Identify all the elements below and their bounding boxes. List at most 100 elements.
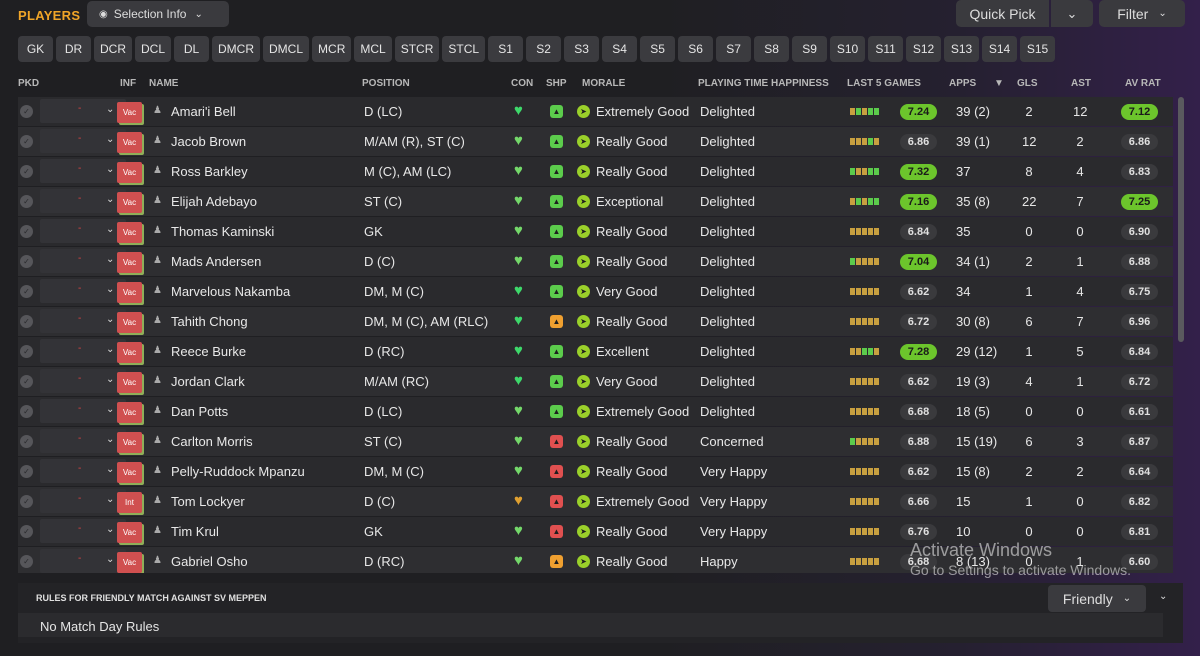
selection-dropdown[interactable]: - ⌄: [40, 339, 126, 363]
col-happiness[interactable]: PLAYING TIME HAPPINESS: [698, 78, 829, 89]
position-button[interactable]: DR: [56, 36, 91, 62]
pick-toggle[interactable]: ✓: [20, 405, 33, 418]
position-button[interactable]: GK: [18, 36, 53, 62]
position-button[interactable]: MCR: [312, 36, 352, 62]
pick-toggle[interactable]: ✓: [20, 465, 33, 478]
table-row[interactable]: ✓ - ⌄ Int ♟ Tom Lockyer D (C) ♥ ▲ ➤ Extremely Good…: [18, 487, 1173, 516]
position-button[interactable]: S9: [792, 36, 828, 62]
col-morale[interactable]: MORALE: [582, 78, 625, 89]
selection-dropdown[interactable]: - ⌄: [40, 309, 126, 333]
position-button[interactable]: MCL: [354, 36, 392, 62]
player-name[interactable]: Thomas Kaminski: [171, 224, 274, 239]
table-row[interactable]: ✓ - ⌄ Vac ♟ Elijah Adebayo ST (C) ♥ ▲ ➤ Exceptiona…: [18, 187, 1173, 216]
table-row[interactable]: ✓ - ⌄ Vac ♟ Amari'i Bell D (LC) ♥ ▲ ➤ Extremely Go…: [18, 97, 1173, 126]
player-name[interactable]: Dan Potts: [171, 404, 228, 419]
position-button[interactable]: DCR: [94, 36, 132, 62]
col-gls[interactable]: GLS: [1017, 78, 1038, 89]
selection-dropdown[interactable]: - ⌄: [40, 189, 126, 213]
position-button[interactable]: DMCL: [263, 36, 310, 62]
pick-toggle[interactable]: ✓: [20, 225, 33, 238]
selection-dropdown[interactable]: - ⌄: [40, 399, 126, 423]
position-button[interactable]: S15: [1020, 36, 1056, 62]
player-name[interactable]: Amari'i Bell: [171, 104, 236, 119]
pick-toggle[interactable]: ✓: [20, 165, 33, 178]
player-name[interactable]: Elijah Adebayo: [171, 194, 257, 209]
table-row[interactable]: ✓ - ⌄ Vac ♟ Thomas Kaminski GK ♥ ▲ ➤ Really Good De…: [18, 217, 1173, 246]
position-button[interactable]: S4: [602, 36, 638, 62]
table-row[interactable]: ✓ - ⌄ Vac ♟ Mads Andersen D (C) ♥ ▲ ➤ Really Good D…: [18, 247, 1173, 276]
position-button[interactable]: S10: [830, 36, 866, 62]
col-shp[interactable]: SHP: [546, 78, 567, 89]
col-ast[interactable]: AST: [1071, 78, 1091, 89]
pick-toggle[interactable]: ✓: [20, 435, 33, 448]
pick-toggle[interactable]: ✓: [20, 555, 33, 568]
pick-toggle[interactable]: ✓: [20, 195, 33, 208]
player-name[interactable]: Tahith Chong: [171, 314, 248, 329]
player-name[interactable]: Tim Krul: [171, 524, 219, 539]
player-name[interactable]: Reece Burke: [171, 344, 246, 359]
selection-dropdown[interactable]: - ⌄: [40, 549, 126, 573]
player-name[interactable]: Ross Barkley: [171, 164, 248, 179]
position-button[interactable]: S5: [640, 36, 676, 62]
position-button[interactable]: S12: [906, 36, 942, 62]
position-button[interactable]: S1: [488, 36, 524, 62]
table-row[interactable]: ✓ - ⌄ Vac ♟ Marvelous Nakamba DM, M (C) ♥ ▲ ➤ Very…: [18, 277, 1173, 306]
position-button[interactable]: STCR: [394, 36, 440, 62]
selection-dropdown[interactable]: - ⌄: [40, 489, 126, 513]
table-row[interactable]: ✓ - ⌄ Vac ♟ Pelly-Ruddock Mpanzu DM, M (C) ♥ ▲ ➤ R…: [18, 457, 1173, 486]
scrollbar[interactable]: [1178, 97, 1184, 342]
pick-toggle[interactable]: ✓: [20, 525, 33, 538]
selection-dropdown[interactable]: - ⌄: [40, 99, 126, 123]
col-last5[interactable]: LAST 5 GAMES: [847, 78, 921, 89]
selection-dropdown[interactable]: - ⌄: [40, 429, 126, 453]
position-button[interactable]: STCL: [442, 36, 486, 62]
pick-toggle[interactable]: ✓: [20, 315, 33, 328]
player-name[interactable]: Mads Andersen: [171, 254, 261, 269]
selection-dropdown[interactable]: - ⌄: [40, 369, 126, 393]
selection-dropdown[interactable]: - ⌄: [40, 459, 126, 483]
player-name[interactable]: Tom Lockyer: [171, 494, 245, 509]
player-name[interactable]: Pelly-Ruddock Mpanzu: [171, 464, 305, 479]
pick-toggle[interactable]: ✓: [20, 345, 33, 358]
pick-toggle[interactable]: ✓: [20, 105, 33, 118]
position-button[interactable]: S14: [982, 36, 1018, 62]
table-row[interactable]: ✓ - ⌄ Vac ♟ Dan Potts D (LC) ♥ ▲ ➤ Extremely Good D…: [18, 397, 1173, 426]
selection-dropdown[interactable]: - ⌄: [40, 159, 126, 183]
position-button[interactable]: S2: [526, 36, 562, 62]
table-row[interactable]: ✓ - ⌄ Vac ♟ Ross Barkley M (C), AM (LC) ♥ ▲ ➤ Real…: [18, 157, 1173, 186]
position-button[interactable]: S6: [678, 36, 714, 62]
col-con[interactable]: CON: [511, 78, 533, 89]
pick-toggle[interactable]: ✓: [20, 495, 33, 508]
col-apps[interactable]: APPS: [949, 78, 976, 89]
quick-pick-dropdown[interactable]: ⌄: [1051, 0, 1093, 27]
selection-info-button[interactable]: ◉ Selection Info ⌄: [87, 1, 229, 27]
selection-dropdown[interactable]: - ⌄: [40, 219, 126, 243]
position-button[interactable]: S13: [944, 36, 980, 62]
player-name[interactable]: Gabriel Osho: [171, 554, 248, 569]
match-type-dropdown[interactable]: Friendly ⌄: [1048, 585, 1146, 612]
selection-dropdown[interactable]: - ⌄: [40, 279, 126, 303]
player-name[interactable]: Marvelous Nakamba: [171, 284, 290, 299]
player-name[interactable]: Jacob Brown: [171, 134, 246, 149]
col-avrat[interactable]: AV RAT: [1125, 78, 1161, 89]
col-position[interactable]: POSITION: [362, 78, 410, 89]
selection-dropdown[interactable]: - ⌄: [40, 249, 126, 273]
player-name[interactable]: Carlton Morris: [171, 434, 253, 449]
position-button[interactable]: S7: [716, 36, 752, 62]
player-name[interactable]: Jordan Clark: [171, 374, 245, 389]
position-button[interactable]: S11: [868, 36, 904, 62]
filter-button[interactable]: Filter ⌄: [1099, 0, 1185, 27]
col-name[interactable]: NAME: [149, 78, 178, 89]
pick-toggle[interactable]: ✓: [20, 135, 33, 148]
position-button[interactable]: DMCR: [212, 36, 261, 62]
position-button[interactable]: DL: [174, 36, 210, 62]
position-button[interactable]: S8: [754, 36, 790, 62]
pick-toggle[interactable]: ✓: [20, 255, 33, 268]
pick-toggle[interactable]: ✓: [20, 285, 33, 298]
selection-dropdown[interactable]: - ⌄: [40, 519, 126, 543]
table-row[interactable]: ✓ - ⌄ Vac ♟ Jordan Clark M/AM (RC) ♥ ▲ ➤ Very Good…: [18, 367, 1173, 396]
table-row[interactable]: ✓ - ⌄ Vac ♟ Carlton Morris ST (C) ♥ ▲ ➤ Really Goo…: [18, 427, 1173, 456]
table-row[interactable]: ✓ - ⌄ Vac ♟ Jacob Brown M/AM (R), ST (C) ♥ ▲ ➤ Rea…: [18, 127, 1173, 156]
col-inf[interactable]: INF: [120, 78, 136, 89]
position-button[interactable]: DCL: [135, 36, 172, 62]
